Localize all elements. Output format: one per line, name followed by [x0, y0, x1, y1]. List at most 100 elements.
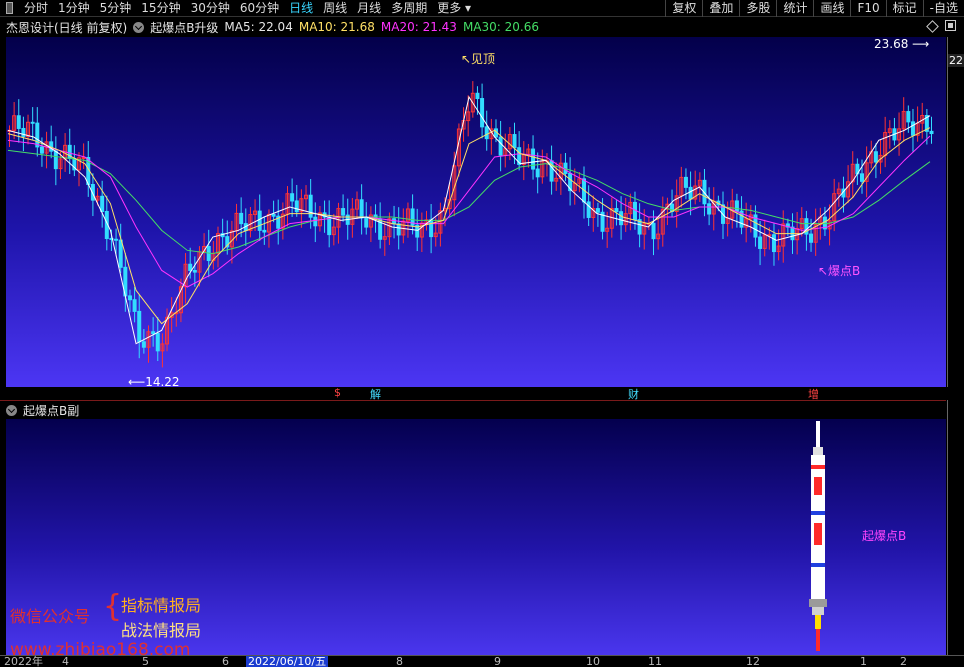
candle-body [192, 269, 197, 273]
sub-axis [947, 400, 964, 655]
burst-signal-label: ↖爆点B [818, 264, 860, 278]
period-tab[interactable]: 15分钟 [136, 0, 185, 16]
ma30-value: MA30: 20.66 [462, 20, 539, 34]
price-axis-tag: 22 [948, 54, 964, 67]
candle-body [81, 157, 86, 160]
period-toolbar: 分时 1分钟 5分钟 15分钟 30分钟 60分钟 日线 周线 月线 多周期 更多 ▾ 复权 叠加 多股… [0, 0, 964, 17]
candle-body [595, 208, 600, 213]
candle-body [151, 331, 156, 334]
indicator-name[interactable]: 起爆点B升级 [150, 19, 218, 36]
candle-body [688, 186, 693, 200]
candle-body [734, 200, 739, 212]
candle-body [127, 295, 132, 301]
candle-body [619, 211, 624, 226]
toolbar-button[interactable]: 画线 [813, 0, 850, 17]
candle-body [906, 111, 911, 123]
candle-body [188, 263, 193, 271]
period-tab[interactable]: 30分钟 [186, 0, 235, 16]
candle-body [132, 299, 137, 312]
toolbar-button[interactable]: 叠加 [702, 0, 739, 17]
ma20-line [7, 135, 931, 288]
event-marker[interactable]: $ [334, 386, 341, 399]
candle-body [114, 238, 119, 241]
candle-body [484, 126, 489, 140]
candle-body [512, 134, 517, 149]
main-panel-header: 杰恩设计(日线 前复权) 起爆点B升级 MA5: 22.04 MA10: 21.… [0, 18, 964, 36]
panel-toggle-icon[interactable] [6, 2, 13, 14]
candle-body [290, 193, 295, 202]
rocket-icon [809, 421, 827, 651]
period-tab[interactable]: 5分钟 [95, 0, 137, 16]
candle-body [313, 216, 318, 227]
candle-body [262, 229, 267, 233]
candle-body [809, 233, 814, 243]
maximize-icon[interactable] [945, 20, 956, 31]
candle-body [327, 216, 332, 236]
period-tab[interactable]: 分时 [19, 0, 53, 16]
candle-body [480, 98, 485, 128]
candle-body [294, 200, 299, 213]
candle-body [535, 168, 540, 178]
stock-title: 杰恩设计(日线 前复权) [6, 20, 128, 35]
period-tab[interactable]: 60分钟 [235, 0, 284, 16]
main-kline-chart[interactable]: 23.68 ⟶ ⟵14.22 ↖见顶 ↖爆点B [6, 37, 946, 387]
candle-body [392, 218, 397, 225]
candle-body [118, 239, 123, 268]
date-tick: 10 [586, 655, 600, 667]
date-tick: 8 [396, 655, 403, 667]
period-tab[interactable]: 月线 [352, 0, 386, 16]
candle-body [53, 150, 58, 170]
sub-panel-header: 起爆点B副 [0, 400, 946, 419]
candle-body [239, 212, 244, 225]
candle-body [429, 219, 434, 238]
brace-glyph: { [103, 589, 123, 624]
ma10-value: MA10: 21.68 [298, 20, 375, 34]
ma10-line [7, 127, 931, 325]
sub-indicator-name[interactable]: 起爆点B副 [23, 402, 79, 419]
date-tick: 11 [648, 655, 662, 667]
event-strip: $ 解财增 [6, 386, 946, 401]
period-tabs: 分时 1分钟 5分钟 15分钟 30分钟 60分钟 日线 周线 月线 多周期 更多 ▾ [0, 0, 476, 16]
period-tab[interactable]: 日线 [284, 0, 318, 16]
price-axis[interactable]: 22 [947, 37, 964, 387]
watermark-line2: 战法情报局 [121, 621, 202, 640]
candle-body [910, 121, 915, 136]
wechat-label: 微信公众号 [10, 607, 91, 626]
toolbar-button[interactable]: F10 [850, 0, 885, 17]
toolbar-button[interactable]: 复权 [665, 0, 702, 17]
candle-body [141, 341, 146, 348]
period-tab[interactable]: 更多 ▾ [432, 0, 476, 16]
candle-body [39, 146, 44, 154]
toolbar-button[interactable]: 标记 [885, 0, 923, 17]
candle-body [707, 203, 712, 215]
candle-body [137, 310, 142, 343]
watermark-url: www.zhibiao168.com [10, 640, 191, 660]
top-signal-label: ↖见顶 [461, 52, 495, 66]
candle-body [860, 173, 865, 182]
toolbar-button[interactable]: 统计 [776, 0, 813, 17]
period-tab[interactable]: 多周期 [386, 0, 432, 16]
candle-body [359, 199, 364, 219]
period-tab[interactable]: 1分钟 [53, 0, 95, 16]
date-tick: 2 [900, 655, 907, 667]
date-tick: 9 [494, 655, 501, 667]
candle-body [396, 223, 401, 236]
date-tick: 6 [222, 655, 229, 667]
high-price-label: 23.68 ⟶ [874, 37, 929, 51]
toolbar-button[interactable]: -自选 [922, 0, 964, 17]
period-tab[interactable]: 周线 [318, 0, 352, 16]
candle-body [100, 195, 105, 212]
candle-body [271, 213, 276, 217]
kline-svg: 23.68 ⟶ ⟵14.22 ↖见顶 ↖爆点B [7, 37, 934, 387]
date-tick: 1 [860, 655, 867, 667]
sub-indicator-menu-icon[interactable] [6, 404, 17, 416]
toolbar-button[interactable]: 多股 [739, 0, 776, 17]
candle-body [16, 115, 21, 129]
candle-body [364, 217, 369, 228]
indicator-menu-icon[interactable] [133, 21, 145, 33]
date-cursor-label: 2022/06/10/五 [246, 655, 329, 667]
candle-body [651, 222, 656, 240]
watermark-line1: 指标情报局 [121, 596, 202, 615]
diamond-icon[interactable] [926, 20, 939, 33]
date-tick: 12 [746, 655, 760, 667]
